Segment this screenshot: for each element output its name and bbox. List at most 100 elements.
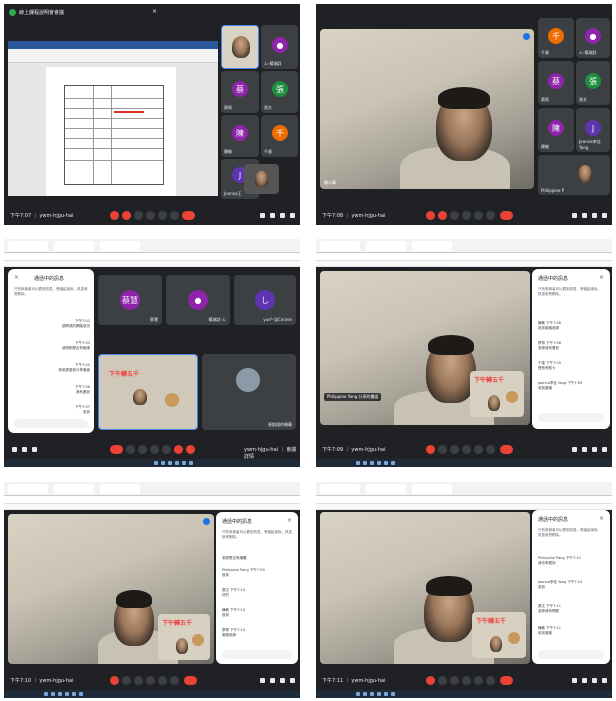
participant-tile[interactable]: し yue*-吳Connie — [234, 275, 296, 325]
info-icon[interactable] — [260, 678, 265, 683]
captions-button[interactable] — [450, 445, 459, 454]
activities-icon[interactable] — [602, 678, 607, 683]
camera-off-button[interactable] — [438, 211, 447, 220]
close-icon[interactable]: × — [599, 274, 604, 281]
raise-hand-button[interactable] — [146, 211, 155, 220]
present-button[interactable] — [474, 676, 483, 685]
info-icon[interactable] — [572, 678, 577, 683]
close-icon[interactable]: × — [287, 517, 292, 524]
participant-tile[interactable]: 張 張文 — [576, 61, 610, 105]
raise-hand-button[interactable] — [150, 445, 159, 454]
captions-button[interactable] — [450, 211, 459, 220]
self-video-tile[interactable] — [221, 25, 259, 69]
raise-hand-button[interactable] — [462, 211, 471, 220]
raise-hand-button[interactable] — [146, 676, 155, 685]
chat-input[interactable] — [14, 419, 88, 428]
browser-address-bar[interactable] — [316, 496, 612, 504]
participant-tile[interactable]: 蔡 蔡佩 — [221, 71, 259, 113]
camera-off-button[interactable] — [174, 445, 183, 454]
participant-tile[interactable]: Philippine P — [538, 155, 610, 195]
leave-call-button[interactable] — [500, 676, 513, 685]
more-options-button[interactable] — [170, 676, 179, 685]
more-options-button[interactable] — [486, 445, 495, 454]
present-button[interactable] — [474, 211, 483, 220]
chat-icon[interactable] — [280, 213, 285, 218]
raise-hand-button[interactable] — [462, 445, 471, 454]
activities-icon[interactable] — [290, 213, 295, 218]
people-icon[interactable] — [582, 678, 587, 683]
close-icon[interactable]: × — [152, 8, 157, 15]
participant-tile[interactable]: 張 張文 — [261, 71, 298, 113]
mic-off-button[interactable] — [426, 211, 435, 220]
mic-off-button[interactable] — [426, 445, 435, 454]
activities-icon[interactable] — [290, 678, 295, 683]
chat-icon[interactable] — [280, 678, 285, 683]
pin-icon[interactable] — [523, 33, 530, 40]
leave-call-button[interactable] — [500, 445, 513, 454]
raise-hand-button[interactable] — [462, 676, 471, 685]
participant-tile[interactable]: 陳 陳敏 — [538, 108, 574, 152]
meeting-details[interactable]: ywm-hjgu-hai ｜ 會議詳情 — [244, 446, 300, 460]
leave-call-button[interactable] — [182, 211, 195, 220]
camera-off-button[interactable] — [122, 211, 131, 220]
chat-icon[interactable] — [592, 447, 597, 452]
info-icon[interactable] — [572, 213, 577, 218]
mic-off-button[interactable] — [110, 676, 119, 685]
camera-button[interactable] — [438, 445, 447, 454]
present-button[interactable] — [138, 445, 147, 454]
info-icon[interactable] — [572, 447, 577, 452]
participant-tile[interactable]: ● ㄙ-楊瑞詳 — [576, 18, 610, 58]
chat-icon[interactable] — [592, 213, 597, 218]
chat-input[interactable] — [538, 413, 604, 422]
self-video-tile[interactable]: 下午轉五千 — [98, 354, 198, 430]
camera-button[interactable] — [438, 676, 447, 685]
pin-icon[interactable] — [203, 518, 210, 525]
captions-button[interactable] — [134, 676, 143, 685]
mic-off-button[interactable] — [186, 445, 195, 454]
leave-call-button[interactable] — [110, 445, 123, 454]
more-options-button[interactable] — [170, 211, 179, 220]
people-icon[interactable] — [582, 447, 587, 452]
people-icon[interactable] — [270, 678, 275, 683]
floating-self-video[interactable] — [244, 164, 279, 194]
people-icon[interactable] — [22, 447, 27, 452]
present-button[interactable] — [158, 211, 167, 220]
browser-address-bar[interactable] — [4, 253, 300, 261]
participant-tile[interactable]: 蔡慧 蔡慧 — [98, 275, 162, 325]
participant-tile[interactable]: ● 楊瑞詳-ㄙ — [166, 275, 230, 325]
participant-tile[interactable]: ● ㄙ-楊瑞詳 — [261, 25, 298, 69]
participant-tile[interactable]: J Joanna李佳 Yang — [576, 108, 610, 152]
more-options-button[interactable] — [162, 445, 171, 454]
chat-input[interactable] — [222, 650, 292, 659]
mic-off-button[interactable] — [426, 676, 435, 685]
activities-icon[interactable] — [602, 213, 607, 218]
browser-address-bar[interactable] — [316, 253, 612, 261]
leave-call-button[interactable] — [184, 676, 197, 685]
participant-tile[interactable]: 張凱翔的螢幕 — [202, 354, 296, 430]
info-icon[interactable] — [260, 213, 265, 218]
close-icon[interactable]: × — [599, 515, 604, 522]
captions-button[interactable] — [134, 211, 143, 220]
activities-icon[interactable] — [602, 447, 607, 452]
close-icon[interactable]: × — [14, 274, 19, 281]
mic-off-button[interactable] — [110, 211, 119, 220]
more-options-button[interactable] — [486, 211, 495, 220]
present-button[interactable] — [474, 445, 483, 454]
participant-tile[interactable]: 千 千歲 — [538, 18, 574, 58]
present-button[interactable] — [158, 676, 167, 685]
participant-tile[interactable]: 千 千歲 — [261, 115, 298, 157]
participant-tile[interactable]: 陳 陳敏 — [221, 115, 259, 157]
people-icon[interactable] — [582, 213, 587, 218]
leave-call-button[interactable] — [500, 211, 513, 220]
captions-button[interactable] — [126, 445, 135, 454]
people-icon[interactable] — [270, 213, 275, 218]
info-icon[interactable] — [32, 447, 37, 452]
captions-button[interactable] — [450, 676, 459, 685]
camera-button[interactable] — [122, 676, 131, 685]
participant-tile[interactable]: 蔡 蔡佩 — [538, 61, 574, 105]
browser-address-bar[interactable] — [4, 496, 300, 504]
volume-icon[interactable] — [12, 447, 17, 452]
chat-icon[interactable] — [592, 678, 597, 683]
more-options-button[interactable] — [486, 676, 495, 685]
chat-input[interactable] — [538, 650, 604, 659]
